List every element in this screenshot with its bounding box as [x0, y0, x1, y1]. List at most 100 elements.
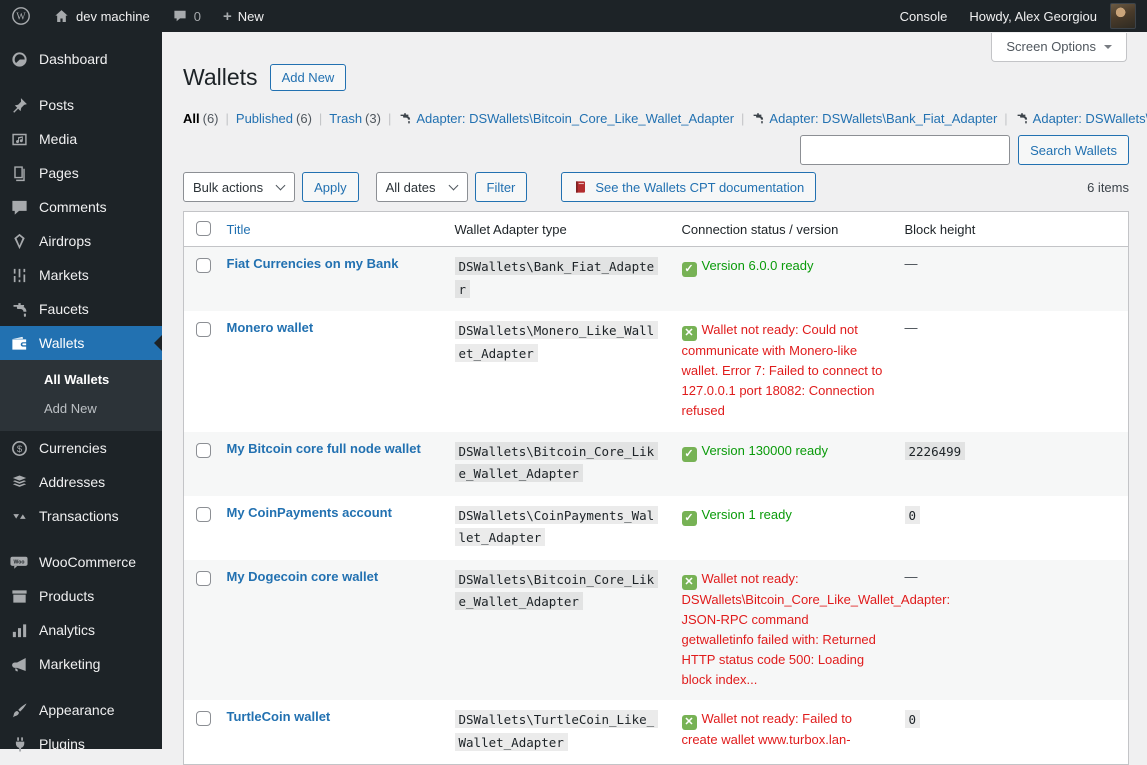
- sidebar-item-label: WooCommerce: [39, 554, 136, 570]
- faucets-icon: [9, 300, 29, 319]
- site-name-label: dev machine: [76, 8, 150, 24]
- sidebar-item-wallets[interactable]: Wallets: [0, 326, 162, 360]
- sidebar-item-airdrops[interactable]: Airdrops: [0, 224, 162, 258]
- sidebar-item-label: Markets: [39, 267, 89, 283]
- row-select-cell: [184, 247, 217, 312]
- filter-button[interactable]: Filter: [474, 172, 528, 202]
- submenu-item-add-new[interactable]: Add New: [0, 394, 162, 423]
- row-checkbox[interactable]: [196, 322, 211, 337]
- sidebar-item-faucets[interactable]: Faucets: [0, 292, 162, 326]
- main-content: Screen Options Wallets Add New All(6)Pub…: [162, 32, 1147, 765]
- menu-separator: [0, 533, 162, 545]
- sidebar-item-products[interactable]: Products: [0, 579, 162, 613]
- marketing-icon: [9, 655, 29, 674]
- sidebar-item-label: Comments: [39, 199, 107, 215]
- new-label: New: [237, 8, 264, 24]
- home-icon: [53, 8, 70, 25]
- block-height-cell: —: [895, 560, 1129, 701]
- status-fail-icon: ✕: [681, 715, 697, 731]
- site-name-link[interactable]: dev machine: [42, 0, 161, 32]
- wallet-title-link[interactable]: TurtleCoin wallet: [227, 709, 331, 724]
- view-filter-item: Trash (3): [329, 111, 398, 126]
- search-wallets-button[interactable]: Search Wallets: [1018, 135, 1129, 165]
- sidebar-item-media[interactable]: Media: [0, 122, 162, 156]
- view-filter-link[interactable]: Published: [236, 111, 293, 126]
- row-checkbox[interactable]: [196, 258, 211, 273]
- view-filter-link[interactable]: All: [183, 111, 200, 126]
- currencies-icon: $: [9, 439, 29, 458]
- add-new-button[interactable]: Add New: [269, 63, 347, 91]
- wordpress-logo-menu[interactable]: W: [0, 0, 42, 32]
- view-filter-count: (3): [365, 111, 381, 126]
- sort-by-title-link[interactable]: Title: [227, 222, 251, 237]
- select-all-checkbox[interactable]: [196, 221, 211, 236]
- view-filter-link[interactable]: Adapter: DSWallets\Bank_Fiat_Adapter: [769, 111, 997, 126]
- svg-text:Woo: Woo: [13, 559, 24, 565]
- title-cell: Fiat Currencies on my Bank: [217, 247, 445, 312]
- woocommerce-icon: Woo: [9, 553, 29, 572]
- new-content-menu[interactable]: + New: [212, 0, 275, 32]
- wallet-title-link[interactable]: My CoinPayments account: [227, 505, 392, 520]
- sidebar-item-woocommerce[interactable]: Woo WooCommerce: [0, 545, 162, 579]
- select-all-header: [183, 211, 217, 247]
- status-ok-icon: ✓: [681, 510, 697, 526]
- sidebar-item-comments[interactable]: Comments: [0, 190, 162, 224]
- apply-button[interactable]: Apply: [302, 172, 359, 202]
- sidebar-item-analytics[interactable]: Analytics: [0, 613, 162, 647]
- airdrops-icon: [9, 232, 29, 251]
- console-link[interactable]: Console: [889, 0, 959, 32]
- status-cell: ✓ Version 130000 ready: [672, 432, 895, 496]
- view-filter-link[interactable]: Trash: [329, 111, 362, 126]
- search-wallets-label: Search Wallets: [1030, 142, 1117, 158]
- adapter-cell: DSWallets\TurtleCoin_Like_Wallet_Adapter: [445, 700, 672, 765]
- sidebar-item-marketing[interactable]: Marketing: [0, 647, 162, 681]
- sidebar-item-addresses[interactable]: Addresses: [0, 465, 162, 499]
- view-filter-link[interactable]: Adapter: DSWallets\Bitcoin_Core_Like_Wal…: [416, 111, 734, 126]
- adapter-cell: DSWallets\Bitcoin_Core_Like_Wallet_Adapt…: [445, 432, 672, 496]
- sidebar-item-transactions[interactable]: Transactions: [0, 499, 162, 533]
- adapter-filter-icon: [751, 111, 765, 125]
- search-input[interactable]: [800, 135, 1011, 165]
- wallet-title-link[interactable]: Fiat Currencies on my Bank: [227, 256, 399, 271]
- sidebar-item-posts[interactable]: Posts: [0, 88, 162, 122]
- row-checkbox[interactable]: [196, 711, 211, 727]
- pages-icon: [9, 164, 29, 183]
- sidebar-item-dashboard[interactable]: Dashboard: [0, 42, 162, 76]
- bulk-actions-select[interactable]: Bulk actions: [183, 172, 296, 202]
- sidebar-item-markets[interactable]: Markets: [0, 258, 162, 292]
- view-filter-item: Adapter: DSWallets\Bitcoin_Core_Like_Wal…: [398, 111, 751, 126]
- wallet-title-link[interactable]: My Bitcoin core full node wallet: [227, 441, 421, 456]
- sidebar-item-pages[interactable]: Pages: [0, 156, 162, 190]
- view-filter-links: All(6)Published(6)Trash(3)Adapter: DSWal…: [183, 106, 1147, 132]
- svg-text:$: $: [16, 444, 22, 455]
- block-height-value: 0: [904, 710, 921, 729]
- table-row: My CoinPayments account DSWallets\CoinPay…: [184, 496, 1129, 560]
- status-ok-icon: ✓: [681, 262, 697, 277]
- view-filter-item: All (6): [183, 111, 236, 126]
- submenu-item-all-wallets[interactable]: All Wallets: [0, 365, 162, 394]
- view-filter-link[interactable]: Adapter: DSWallets\CoinPayments_Wallet_A…: [1033, 111, 1147, 126]
- status-text: Version 1 ready: [701, 506, 792, 522]
- status-text: Wallet not ready: Failed to create walle…: [681, 711, 853, 748]
- column-header-status: Connection status / version: [671, 211, 895, 247]
- adapter-class-code: DSWallets\Bitcoin_Core_Like_Wallet_Adapt…: [454, 569, 659, 611]
- adapter-filter-icon: [398, 111, 412, 125]
- sidebar-item-currencies[interactable]: $ Currencies: [0, 431, 162, 465]
- my-account-menu[interactable]: Howdy, Alex Georgiou: [958, 0, 1147, 32]
- wallet-title-link[interactable]: Monero wallet: [227, 320, 314, 335]
- row-checkbox[interactable]: [196, 570, 211, 586]
- view-filter-count: (6): [202, 111, 219, 126]
- view-filter-item: Adapter: DSWallets\Bank_Fiat_Adapter: [751, 111, 1014, 126]
- wallet-title-link[interactable]: My Dogecoin core wallet: [227, 569, 379, 584]
- row-checkbox[interactable]: [196, 506, 211, 522]
- row-checkbox[interactable]: [196, 442, 211, 458]
- view-filter-item: Published (6): [236, 111, 329, 126]
- status-cell: ✕ Wallet not ready: Could not communicate…: [672, 311, 895, 432]
- docs-button[interactable]: See the Wallets CPT documentation: [561, 172, 817, 202]
- adapter-class-code: DSWallets\CoinPayments_Wallet_Adapter: [454, 505, 659, 547]
- sidebar-item-appearance[interactable]: Appearance: [0, 693, 162, 727]
- comments-badge[interactable]: 0: [161, 0, 212, 32]
- sidebar-item-label: Transactions: [39, 508, 119, 524]
- dates-filter-select[interactable]: All dates: [375, 172, 468, 202]
- admin-bar: W dev machine 0 + New Console Howdy, Ale…: [0, 0, 1147, 32]
